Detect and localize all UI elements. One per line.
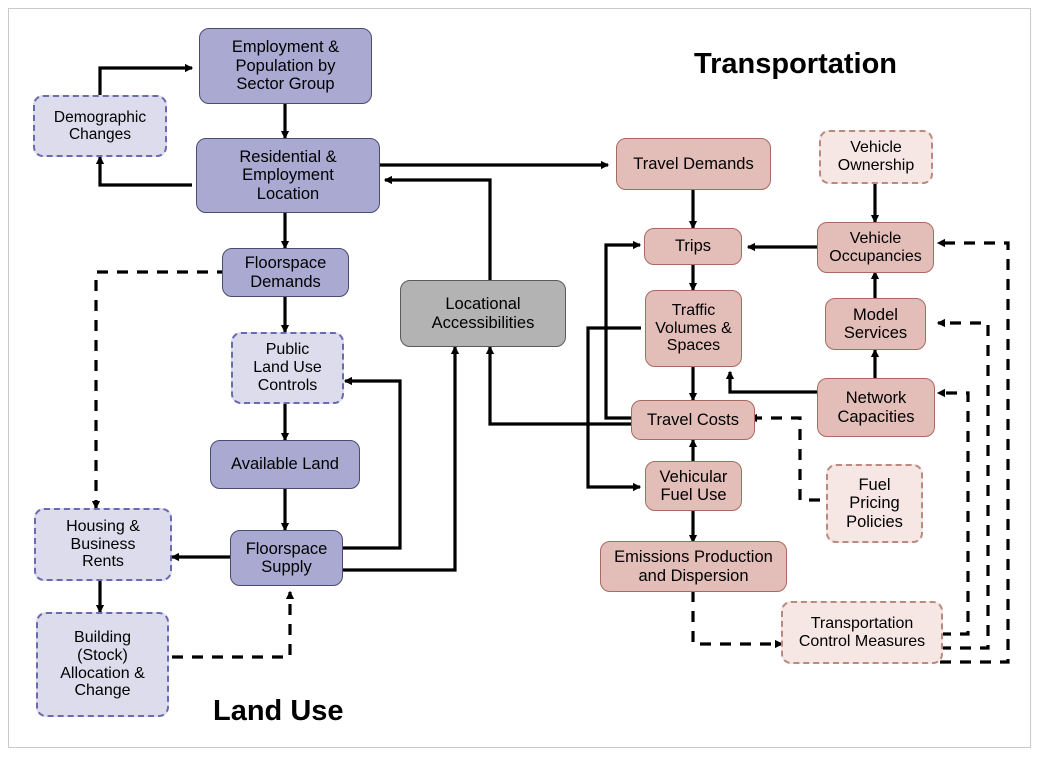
node-emissions-production-dispersion[interactable]: Emissions Production and Dispersion — [600, 541, 787, 592]
node-demographic-changes[interactable]: Demographic Changes — [33, 95, 167, 157]
node-public-land-use-controls[interactable]: Public Land Use Controls — [231, 332, 344, 404]
node-vehicular-fuel-use[interactable]: Vehicular Fuel Use — [645, 461, 742, 511]
node-residential-employment[interactable]: Residential & Employment Location — [196, 138, 380, 213]
node-network-capacities[interactable]: Network Capacities — [817, 378, 935, 437]
heading-land-use: Land Use — [213, 695, 344, 727]
node-transportation-control-measures[interactable]: Transportation Control Measures — [781, 601, 943, 664]
node-locational-accessibilities[interactable]: Locational Accessibilities — [400, 280, 566, 347]
node-vehicle-occupancies[interactable]: Vehicle Occupancies — [817, 222, 934, 273]
node-available-land[interactable]: Available Land — [210, 440, 360, 489]
node-travel-costs[interactable]: Travel Costs — [631, 400, 755, 440]
heading-transportation: Transportation — [694, 48, 898, 80]
diagram-canvas: Employment & Population by Sector Group … — [0, 0, 1041, 758]
node-employment-population[interactable]: Employment & Population by Sector Group — [199, 28, 372, 104]
node-travel-demands[interactable]: Travel Demands — [616, 138, 771, 190]
node-building-stock-allocation[interactable]: Building (Stock) Allocation & Change — [36, 612, 169, 717]
node-fuel-pricing-policies[interactable]: Fuel Pricing Policies — [826, 464, 923, 543]
node-traffic-volumes-spaces[interactable]: Traffic Volumes & Spaces — [645, 290, 742, 367]
node-floorspace-demands[interactable]: Floorspace Demands — [222, 248, 349, 297]
node-vehicle-ownership[interactable]: Vehicle Ownership — [819, 130, 933, 184]
node-floorspace-supply[interactable]: Floorspace Supply — [230, 530, 343, 586]
node-model-services[interactable]: Model Services — [825, 298, 926, 350]
node-housing-business-rents[interactable]: Housing & Business Rents — [34, 508, 172, 581]
node-trips[interactable]: Trips — [644, 228, 742, 265]
